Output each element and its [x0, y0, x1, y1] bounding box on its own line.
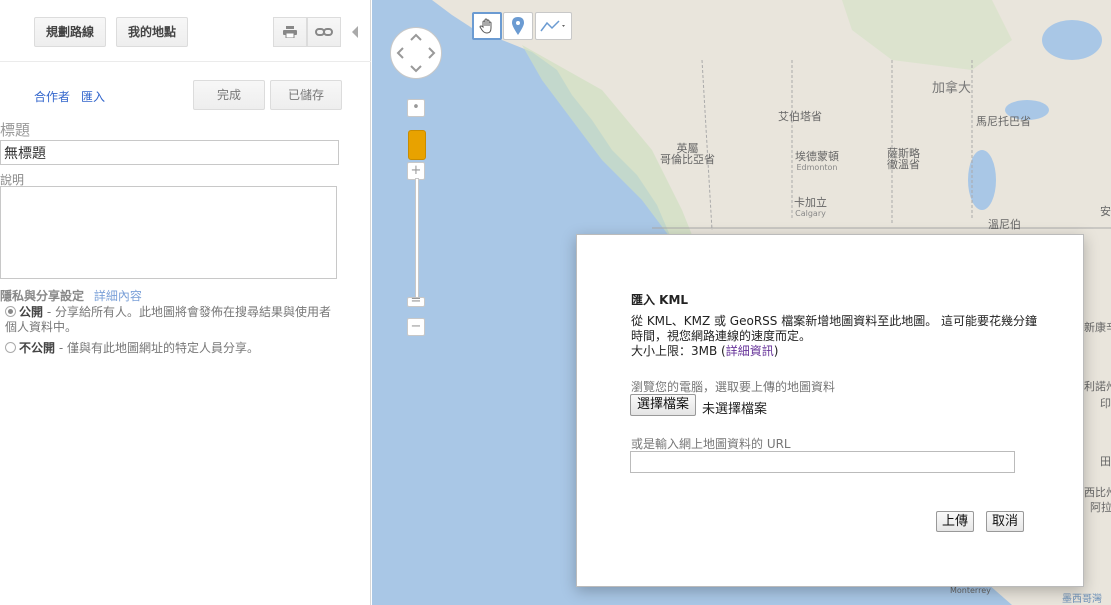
pan-arrows-icon: [396, 33, 436, 73]
saved-button[interactable]: 已儲存: [270, 80, 342, 110]
size-limit-suffix: ): [773, 344, 779, 358]
marker-tool[interactable]: [503, 12, 533, 40]
unlisted-description: - 僅與有此地圖網址的特定人員分享。: [55, 341, 259, 355]
map-label-alberta: 艾伯塔省: [778, 110, 822, 123]
map-label-gulf: 墨西哥灣: [1062, 594, 1102, 605]
map-label-edge-4: 印: [1100, 397, 1111, 410]
size-details-link[interactable]: 詳細資訊: [726, 344, 774, 358]
zoom-slider[interactable]: [415, 178, 419, 306]
no-file-status: 未選擇檔案: [702, 402, 768, 417]
map-label-edmonton: 埃德蒙頓 Edmonton: [795, 151, 839, 173]
browse-label: 瀏覽您的電腦，選取要上傳的地圖資料: [631, 380, 836, 394]
print-button[interactable]: [273, 17, 307, 47]
collaborators-link[interactable]: 合作者: [34, 88, 70, 105]
hand-tool[interactable]: [472, 12, 502, 40]
map-label-edmonton-en: Edmonton: [796, 163, 838, 172]
reset-view-button[interactable]: •: [407, 99, 425, 117]
public-description: - 分享給所有人。此地圖將會發佈在搜尋結果與使用者個人資料中。: [5, 305, 331, 334]
zoom-out-button[interactable]: −: [407, 318, 425, 336]
privacy-public-option[interactable]: 公開 - 分享給所有人。此地圖將會發佈在搜尋結果與使用者個人資料中。: [5, 305, 340, 335]
hand-icon: [479, 18, 492, 34]
left-panel: 規劃路線 我的地點 合作者 匯入 完成 已儲存 標題 無標題 說明 隱私與分享設…: [0, 0, 371, 605]
done-button[interactable]: 完成: [193, 80, 265, 110]
url-input[interactable]: [630, 451, 1015, 473]
privacy-unlisted-option[interactable]: 不公開 - 僅與有此地圖網址的特定人員分享。: [5, 341, 340, 356]
my-places-button[interactable]: 我的地點: [116, 17, 188, 47]
map-label-manitoba: 馬尼托巴省: [976, 115, 1031, 128]
dialog-description: 從 KML、KMZ 或 GeoRSS 檔案新增地圖資料至此地圖。 這可能要花幾分…: [631, 314, 1041, 359]
unlisted-radio[interactable]: [5, 342, 16, 353]
zoom-slider-handle[interactable]: =: [407, 294, 425, 307]
public-radio[interactable]: [5, 306, 16, 317]
import-kml-dialog: 匯入 KML 從 KML、KMZ 或 GeoRSS 檔案新增地圖資料至此地圖。 …: [576, 234, 1084, 587]
map-label-bc-line2: 哥倫比亞省: [660, 153, 715, 166]
map-label-winnipeg: 溫尼伯: [988, 218, 1021, 231]
map-label-edge-1: 安: [1100, 205, 1111, 218]
map-label-edge-5: 田: [1100, 455, 1111, 468]
import-link[interactable]: 匯入: [81, 88, 105, 105]
print-icon: [283, 26, 297, 38]
cancel-button[interactable]: 取消: [986, 511, 1025, 532]
map-label-sask-line2: 徹溫省: [887, 158, 920, 171]
upload-button[interactable]: 上傳: [936, 511, 975, 532]
choose-file-button[interactable]: 選擇檔案: [630, 394, 697, 416]
map-label-edge-6: 西比州: [1084, 486, 1111, 499]
map-label-calgary: 卡加立 Calgary: [794, 197, 827, 219]
link-button[interactable]: [307, 17, 341, 47]
top-toolbar: 規劃路線 我的地點: [0, 0, 371, 62]
privacy-heading: 隱私與分享設定 詳細內容: [0, 287, 142, 304]
route-button[interactable]: 規劃路線: [34, 17, 106, 47]
dialog-title: 匯入 KML: [631, 293, 689, 307]
map-label-saskatchewan: 薩斯略 徹溫省: [887, 148, 920, 170]
privacy-details-link[interactable]: 詳細內容: [94, 289, 142, 303]
map-label-canada: 加拿大: [932, 81, 972, 96]
map-label-edge-7: 阿拉: [1090, 501, 1111, 514]
placemark-icon: [512, 17, 524, 35]
url-label: 或是輸入網上地圖資料的 URL: [631, 437, 791, 451]
description-textarea[interactable]: [0, 186, 337, 279]
size-limit-prefix: 大小上限：3MB (: [631, 344, 726, 358]
unlisted-label: 不公開: [19, 341, 56, 355]
draw-line-icon: [539, 20, 565, 32]
dialog-description-main: 從 KML、KMZ 或 GeoRSS 檔案新增地圖資料至此地圖。 這可能要花幾分…: [631, 314, 1038, 343]
map-label-bc: 英屬 哥倫比亞省: [660, 143, 715, 165]
title-input[interactable]: 無標題: [0, 140, 339, 165]
map-label-calgary-en: Calgary: [795, 209, 826, 218]
app-root: 規劃路線 我的地點 合作者 匯入 完成 已儲存 標題 無標題 說明 隱私與分享設…: [0, 0, 1111, 605]
map-label-edge-2: 新康辛: [1084, 321, 1111, 334]
public-label: 公開: [19, 305, 44, 319]
line-tool[interactable]: [535, 12, 572, 40]
link-icon: [315, 28, 333, 36]
title-label: 標題: [0, 121, 31, 139]
collapse-panel-icon[interactable]: [352, 26, 358, 38]
privacy-label: 隱私與分享設定: [0, 289, 85, 303]
pan-control[interactable]: [390, 27, 442, 79]
pegman-icon[interactable]: [408, 130, 426, 160]
map-label-edge-3: 利諾州: [1084, 380, 1111, 393]
